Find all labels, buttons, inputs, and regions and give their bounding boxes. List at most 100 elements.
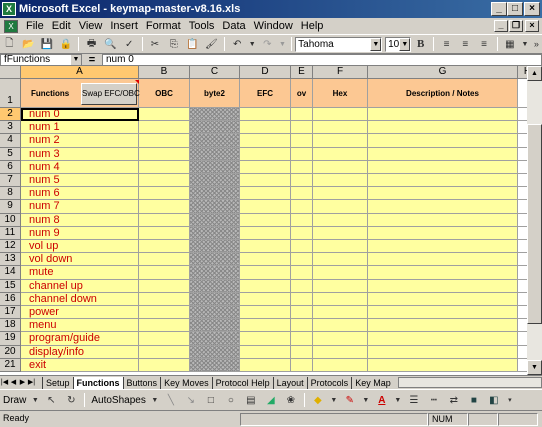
efc-cell[interactable] xyxy=(240,147,291,161)
hex-cell[interactable] xyxy=(313,358,368,372)
efc-cell[interactable] xyxy=(240,160,291,174)
tab-protocols[interactable]: Protocols xyxy=(306,376,352,389)
spelling-icon[interactable]: ✓ xyxy=(122,36,137,52)
tab-key-moves[interactable]: Key Moves xyxy=(160,376,212,389)
column-header-a[interactable]: A xyxy=(21,66,139,79)
efc-cell[interactable] xyxy=(240,134,291,148)
spreadsheet-grid[interactable]: A B C D E F G H 1 Functions OBC byte2 EF… xyxy=(0,66,527,375)
fill-color-icon[interactable]: ◆ xyxy=(310,392,326,408)
byte2-cell[interactable] xyxy=(190,306,240,320)
prev-sheet-icon[interactable]: ◀ xyxy=(9,377,18,388)
obc-cell[interactable] xyxy=(139,134,190,148)
function-cell[interactable]: menu xyxy=(21,319,139,333)
empty-cell[interactable] xyxy=(518,174,527,188)
select-objects-icon[interactable]: ↖ xyxy=(43,392,59,408)
tab-key-map[interactable]: Key Map xyxy=(351,376,394,389)
efc-cell[interactable] xyxy=(240,121,291,135)
formula-equals[interactable]: = xyxy=(82,54,102,66)
byte2-cell[interactable] xyxy=(190,279,240,293)
description-cell[interactable] xyxy=(368,174,518,188)
byte2-cell[interactable] xyxy=(190,121,240,135)
row-header[interactable]: 11 xyxy=(0,226,21,240)
description-cell[interactable] xyxy=(368,240,518,254)
vertical-scrollbar[interactable]: ▲ ▼ xyxy=(527,66,542,375)
hex-cell[interactable] xyxy=(313,319,368,333)
swap-efc-obc-button[interactable]: Swap EFC/OBC xyxy=(81,83,140,105)
bold-icon[interactable]: B xyxy=(413,36,428,52)
menu-file[interactable]: File xyxy=(22,20,48,32)
hex-cell[interactable] xyxy=(313,147,368,161)
description-cell[interactable] xyxy=(368,332,518,346)
byte2-cell[interactable] xyxy=(190,108,240,122)
cut-icon[interactable]: ✂ xyxy=(148,36,163,52)
ov-cell[interactable] xyxy=(291,108,313,122)
tab-buttons[interactable]: Buttons xyxy=(122,376,161,389)
obc-cell[interactable] xyxy=(139,121,190,135)
chevron-down-icon[interactable]: ▼ xyxy=(394,392,402,408)
row-header[interactable]: 4 xyxy=(0,134,21,148)
font-size-combo[interactable]: 10 ▼ xyxy=(385,36,412,52)
row-header[interactable]: 20 xyxy=(0,345,21,359)
hex-cell[interactable] xyxy=(313,253,368,267)
menu-insert[interactable]: Insert xyxy=(106,20,142,32)
description-cell[interactable] xyxy=(368,147,518,161)
empty-cell[interactable] xyxy=(518,358,527,372)
column-header-e[interactable]: E xyxy=(291,66,313,79)
borders-icon[interactable]: ▦ xyxy=(503,36,518,52)
ov-cell[interactable] xyxy=(291,292,313,306)
efc-cell[interactable] xyxy=(240,240,291,254)
empty-cell[interactable] xyxy=(518,306,527,320)
function-cell[interactable]: num 4 xyxy=(21,160,139,174)
chevron-down-icon[interactable]: ▼ xyxy=(399,37,411,51)
ov-cell[interactable] xyxy=(291,160,313,174)
byte2-cell[interactable] xyxy=(190,332,240,346)
ov-cell[interactable] xyxy=(291,319,313,333)
empty-cell[interactable] xyxy=(518,160,527,174)
column-header-h[interactable]: H xyxy=(518,66,527,79)
print-icon[interactable]: 🖶 xyxy=(84,36,99,52)
ov-cell[interactable] xyxy=(291,306,313,320)
row-header[interactable]: 8 xyxy=(0,187,21,201)
3d-icon[interactable]: ◧ xyxy=(486,392,502,408)
row-header[interactable]: 5 xyxy=(0,147,21,161)
function-cell[interactable]: num 9 xyxy=(21,226,139,240)
hex-cell[interactable] xyxy=(313,240,368,254)
header-ov[interactable]: ov xyxy=(291,79,313,108)
obc-cell[interactable] xyxy=(139,187,190,201)
efc-cell[interactable] xyxy=(240,187,291,201)
menu-data[interactable]: Data xyxy=(218,20,249,32)
obc-cell[interactable] xyxy=(139,319,190,333)
align-right-icon[interactable]: ≡ xyxy=(477,36,492,52)
minimize-button[interactable]: _ xyxy=(491,2,507,16)
hex-cell[interactable] xyxy=(313,200,368,214)
ov-cell[interactable] xyxy=(291,279,313,293)
row-header[interactable]: 19 xyxy=(0,332,21,346)
chevron-down-icon[interactable]: ▼ xyxy=(362,392,370,408)
empty-cell[interactable] xyxy=(518,253,527,267)
obc-cell[interactable] xyxy=(139,306,190,320)
description-cell[interactable] xyxy=(368,200,518,214)
ov-cell[interactable] xyxy=(291,345,313,359)
row-header[interactable]: 18 xyxy=(0,319,21,333)
function-cell[interactable]: vol up xyxy=(21,240,139,254)
line-icon[interactable]: ╲ xyxy=(163,392,179,408)
print-preview-icon[interactable]: 🔍 xyxy=(103,36,118,52)
function-cell[interactable]: channel down xyxy=(21,292,139,306)
function-cell[interactable]: exit xyxy=(21,358,139,372)
efc-cell[interactable] xyxy=(240,279,291,293)
chevron-down-icon[interactable]: ▼ xyxy=(71,54,81,65)
doc-restore-button[interactable]: ❐ xyxy=(509,20,523,32)
arrow-icon[interactable]: ↘ xyxy=(183,392,199,408)
header-obc[interactable]: OBC xyxy=(139,79,190,108)
empty-cell[interactable] xyxy=(518,108,527,122)
header-efc[interactable]: EFC xyxy=(240,79,291,108)
hex-cell[interactable] xyxy=(313,292,368,306)
obc-cell[interactable] xyxy=(139,332,190,346)
description-cell[interactable] xyxy=(368,108,518,122)
redo-icon[interactable]: ↷ xyxy=(260,36,275,52)
byte2-cell[interactable] xyxy=(190,147,240,161)
ov-cell[interactable] xyxy=(291,121,313,135)
description-cell[interactable] xyxy=(368,358,518,372)
empty-cell[interactable] xyxy=(518,266,527,280)
byte2-cell[interactable] xyxy=(190,358,240,372)
